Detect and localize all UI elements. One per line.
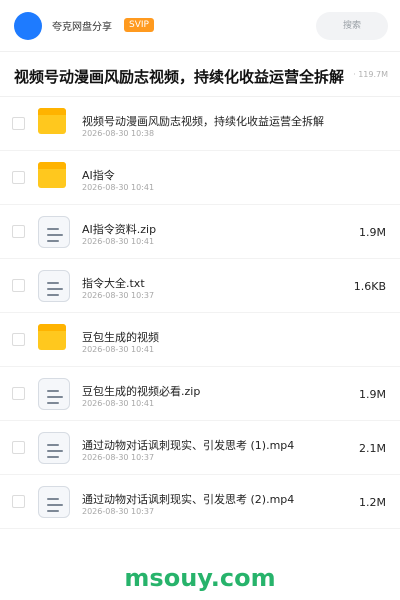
brand-name: 夸克网盘分享 (52, 22, 112, 33)
share-title: 视频号动漫画风励志视频，持续化收益运营全拆解 (14, 68, 345, 86)
file-date: 2026-08-30 10:41 (82, 183, 155, 192)
file-row[interactable]: 豆包生成的视频 2026-08-30 10:41 (0, 313, 400, 367)
file-date: 2026-08-30 10:38 (82, 129, 155, 138)
row-checkbox[interactable] (12, 171, 25, 184)
svip-badge: SVIP (124, 18, 154, 32)
row-checkbox[interactable] (12, 387, 25, 400)
search-button[interactable]: 搜索 (316, 12, 388, 40)
file-date: 2026-08-30 10:37 (82, 453, 155, 462)
document-icon (38, 270, 70, 302)
file-row[interactable]: AI指令 2026-08-30 10:41 (0, 151, 400, 205)
file-name: 视频号动漫画风励志视频，持续化收益运营全拆解 (82, 115, 324, 128)
file-row[interactable]: AI指令资料.zip 2026-08-30 10:41 1.9M (0, 205, 400, 259)
file-date: 2026-08-30 10:41 (82, 345, 155, 354)
file-date: 2026-08-30 10:41 (82, 399, 155, 408)
file-name: 豆包生成的视频必看.zip (82, 385, 201, 398)
file-list: 视频号动漫画风励志视频，持续化收益运营全拆解 2026-08-30 10:38 … (0, 97, 400, 529)
folder-icon (38, 108, 70, 140)
folder-icon (38, 162, 70, 194)
file-row[interactable]: 通过动物对话讽刺现实、引发思考 (2).mp4 2026-08-30 10:37… (0, 475, 400, 529)
avatar[interactable] (14, 12, 42, 40)
row-checkbox[interactable] (12, 441, 25, 454)
document-icon (38, 378, 70, 410)
file-name: 通过动物对话讽刺现实、引发思考 (1).mp4 (82, 439, 295, 452)
share-total-size: · 119.7M (353, 70, 388, 79)
file-name: 通过动物对话讽刺现实、引发思考 (2).mp4 (82, 493, 295, 506)
file-date: 2026-08-30 10:41 (82, 237, 155, 246)
file-size: 1.6KB (353, 280, 386, 293)
file-date: 2026-08-30 10:37 (82, 291, 155, 300)
file-size: 1.2M (359, 496, 386, 509)
document-icon (38, 486, 70, 518)
document-icon (38, 432, 70, 464)
file-row[interactable]: 豆包生成的视频必看.zip 2026-08-30 10:41 1.9M (0, 367, 400, 421)
file-size: 1.9M (359, 226, 386, 239)
file-date: 2026-08-30 10:37 (82, 507, 155, 516)
row-checkbox[interactable] (12, 279, 25, 292)
share-title-bar: 视频号动漫画风励志视频，持续化收益运营全拆解 · 119.7M (0, 53, 400, 97)
row-checkbox[interactable] (12, 225, 25, 238)
site-watermark: msouy.com (124, 564, 276, 592)
file-name: 指令大全.txt (82, 277, 145, 290)
row-checkbox[interactable] (12, 333, 25, 346)
file-size: 1.9M (359, 388, 386, 401)
file-size: 2.1M (359, 442, 386, 455)
file-name: AI指令 (82, 169, 115, 182)
row-checkbox[interactable] (12, 495, 25, 508)
file-row[interactable]: 指令大全.txt 2026-08-30 10:37 1.6KB (0, 259, 400, 313)
folder-icon (38, 324, 70, 356)
document-icon (38, 216, 70, 248)
app-header: 夸克网盘分享 SVIP 搜索 (0, 0, 400, 52)
file-name: 豆包生成的视频 (82, 331, 159, 344)
file-name: AI指令资料.zip (82, 223, 157, 236)
file-row[interactable]: 通过动物对话讽刺现实、引发思考 (1).mp4 2026-08-30 10:37… (0, 421, 400, 475)
row-checkbox[interactable] (12, 117, 25, 130)
file-row[interactable]: 视频号动漫画风励志视频，持续化收益运营全拆解 2026-08-30 10:38 (0, 97, 400, 151)
